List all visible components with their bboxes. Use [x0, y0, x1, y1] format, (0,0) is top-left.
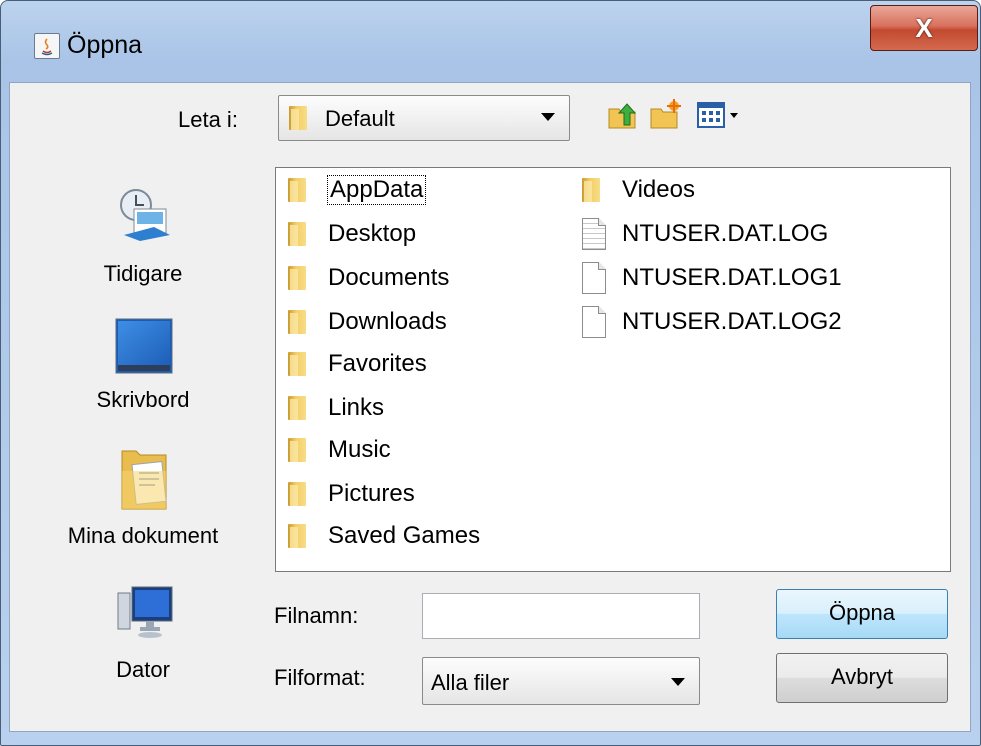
folder-icon	[288, 176, 308, 202]
folder-icon	[288, 350, 308, 376]
file-name: AppData	[326, 175, 427, 205]
open-dialog: Öppna X Leta i: Default Tidigare Skrivbo…	[0, 0, 981, 746]
computer-icon	[117, 586, 173, 638]
view-menu-icon[interactable]	[696, 97, 744, 131]
sidebar-item-label: Mina dokument	[67, 523, 219, 548]
desktop-icon	[115, 318, 173, 374]
file-list[interactable]: AppData Desktop Documents Downloads Favo…	[275, 167, 951, 572]
filename-label: Filnamn:	[274, 603, 359, 628]
sidebar-item-label: Skrivbord	[96, 387, 190, 412]
file-icon	[582, 262, 606, 294]
chevron-down-icon	[541, 113, 555, 121]
close-icon: X	[915, 13, 933, 43]
file-name: NTUSER.DAT.LOG	[622, 220, 829, 247]
folder-icon	[288, 436, 308, 462]
window-title: Öppna	[67, 31, 143, 59]
sidebar-item-desktop[interactable]: Skrivbord	[50, 307, 236, 427]
folder-icon	[288, 264, 308, 290]
folder-icon	[288, 308, 308, 334]
sidebar-item-recent[interactable]: Tidigare	[50, 177, 236, 287]
folder-icon	[288, 394, 308, 420]
java-app-icon	[34, 33, 60, 59]
title-bar[interactable]: Öppna X	[1, 1, 980, 81]
lookin-label: Leta i:	[178, 107, 238, 132]
lookin-combo[interactable]: Default	[278, 95, 570, 141]
folder-icon	[289, 104, 309, 130]
file-name: Desktop	[328, 220, 417, 247]
file-name: Documents	[328, 264, 450, 291]
file-name: Favorites	[328, 350, 427, 377]
file-name: Downloads	[328, 308, 447, 335]
file-name: Pictures	[328, 480, 415, 507]
up-one-level-icon[interactable]	[606, 97, 640, 131]
filetype-label: Filformat:	[274, 665, 366, 690]
file-name: Saved Games	[328, 522, 481, 549]
file-name: NTUSER.DAT.LOG1	[622, 264, 842, 291]
file-name: Links	[328, 394, 385, 421]
documents-icon	[121, 450, 167, 510]
text-file-icon	[582, 218, 606, 250]
filetype-value: Alla filer	[431, 670, 510, 695]
folder-icon	[288, 220, 308, 246]
file-icon	[582, 306, 606, 338]
file-name: Videos	[622, 176, 695, 203]
open-button-label: Öppna	[828, 600, 896, 625]
chevron-down-icon	[671, 678, 685, 686]
cancel-button[interactable]: Avbryt	[776, 653, 948, 703]
file-name: NTUSER.DAT.LOG2	[622, 308, 842, 335]
filename-input[interactable]	[422, 593, 700, 639]
places-sidebar: Tidigare Skrivbord Mina dokument Dator	[50, 167, 236, 727]
sidebar-item-computer[interactable]: Dator	[50, 577, 236, 697]
new-folder-icon[interactable]	[648, 97, 682, 131]
sidebar-item-documents[interactable]: Mina dokument	[50, 437, 236, 567]
dialog-body: Leta i: Default Tidigare Skrivbord Mina …	[9, 82, 971, 732]
folder-icon	[582, 176, 602, 202]
close-button[interactable]: X	[870, 5, 978, 51]
folder-icon	[288, 522, 308, 548]
recent-icon	[120, 189, 170, 241]
filetype-combo[interactable]: Alla filer	[422, 657, 700, 705]
sidebar-item-label: Dator	[116, 657, 170, 682]
open-button[interactable]: Öppna	[776, 589, 948, 639]
lookin-value: Default	[325, 106, 395, 131]
folder-icon	[288, 480, 308, 506]
cancel-button-label: Avbryt	[831, 664, 893, 689]
sidebar-item-label: Tidigare	[103, 261, 183, 286]
file-name: Music	[328, 436, 391, 463]
